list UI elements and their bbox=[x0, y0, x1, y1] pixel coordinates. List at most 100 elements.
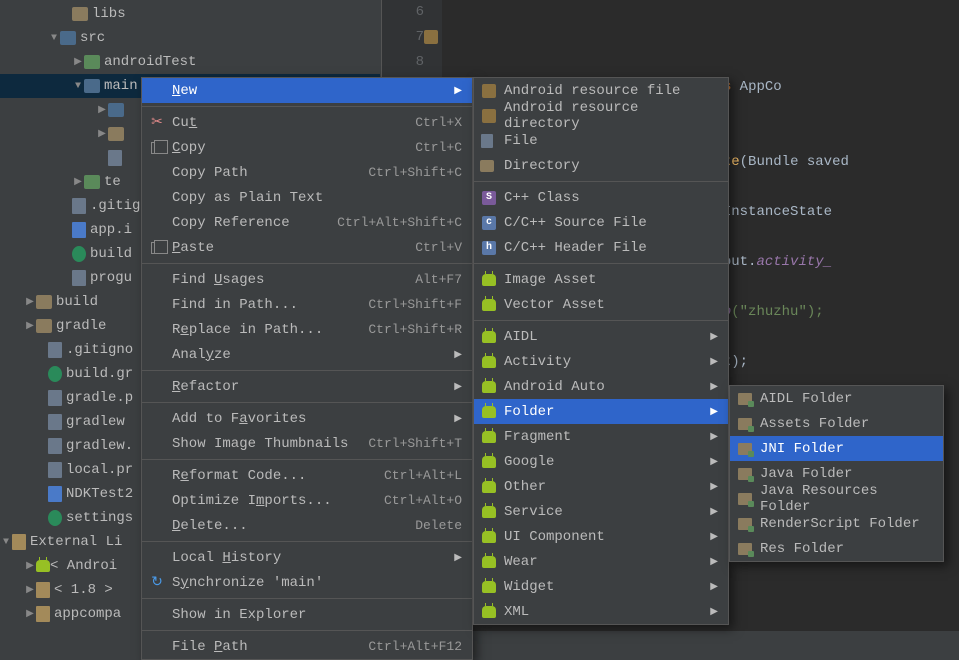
submenu-arrow-icon: ▶ bbox=[452, 381, 462, 393]
menu-item[interactable]: New▶ bbox=[142, 78, 472, 103]
menu-item[interactable]: Image Asset bbox=[474, 267, 728, 292]
tree-item[interactable]: ▼src bbox=[0, 26, 380, 50]
blank-icon bbox=[148, 215, 166, 231]
menu-label: Directory bbox=[504, 158, 718, 174]
menu-item[interactable]: Folder▶ bbox=[474, 399, 728, 424]
menu-item[interactable]: XML▶ bbox=[474, 599, 728, 624]
expand-arrow[interactable]: ▶ bbox=[24, 608, 36, 620]
menu-item[interactable]: File bbox=[474, 128, 728, 153]
expand-arrow[interactable]: ▶ bbox=[72, 56, 84, 68]
file-iml-icon bbox=[48, 486, 62, 502]
shortcut: Ctrl+Alt+Shift+C bbox=[337, 215, 462, 230]
menu-item[interactable]: Service▶ bbox=[474, 499, 728, 524]
menu-item[interactable]: Find in Path...Ctrl+Shift+F bbox=[142, 292, 472, 317]
menu-item[interactable]: Analyze▶ bbox=[142, 342, 472, 367]
line-no: 7 bbox=[382, 25, 424, 50]
cpp-icon: c bbox=[480, 215, 498, 231]
menu-item[interactable]: RenderScript Folder bbox=[730, 511, 943, 536]
menu-item[interactable]: Fragment▶ bbox=[474, 424, 728, 449]
override-icon[interactable] bbox=[424, 30, 438, 44]
menu-item[interactable]: Vector Asset bbox=[474, 292, 728, 317]
line-no: 8 bbox=[382, 50, 424, 75]
android-icon bbox=[480, 479, 498, 495]
menu-item[interactable]: Find UsagesAlt+F7 bbox=[142, 267, 472, 292]
file-icon bbox=[48, 390, 62, 406]
expand-arrow[interactable]: ▶ bbox=[96, 128, 108, 140]
lib-icon bbox=[36, 582, 50, 598]
blank-icon bbox=[148, 493, 166, 509]
menu-item[interactable]: Wear▶ bbox=[474, 549, 728, 574]
blank-icon bbox=[148, 411, 166, 427]
menu-item[interactable]: Activity▶ bbox=[474, 349, 728, 374]
menu-item[interactable]: Copy as Plain Text bbox=[142, 185, 472, 210]
menu-label: Refactor bbox=[172, 379, 452, 395]
menu-item[interactable]: Add to Favorites▶ bbox=[142, 406, 472, 431]
shortcut: Delete bbox=[415, 518, 462, 533]
expand-arrow[interactable]: ▶ bbox=[96, 104, 108, 116]
menu-item[interactable]: cC/C++ Source File bbox=[474, 210, 728, 235]
menu-label: Image Asset bbox=[504, 272, 718, 288]
tree-label: libs bbox=[92, 6, 126, 22]
android-icon bbox=[480, 529, 498, 545]
menu-item[interactable]: Delete...Delete bbox=[142, 513, 472, 538]
folder-submenu[interactable]: AIDL FolderAssets FolderJNI FolderJava F… bbox=[729, 385, 944, 562]
menu-item[interactable]: Copy PathCtrl+Shift+C bbox=[142, 160, 472, 185]
expand-arrow[interactable]: ▼ bbox=[48, 33, 60, 44]
menu-item[interactable]: Refactor▶ bbox=[142, 374, 472, 399]
menu-item[interactable]: Google▶ bbox=[474, 449, 728, 474]
menu-item[interactable]: hC/C++ Header File bbox=[474, 235, 728, 260]
menu-item[interactable]: AIDL▶ bbox=[474, 324, 728, 349]
menu-label: Widget bbox=[504, 579, 708, 595]
menu-item[interactable]: File PathCtrl+Alt+F12 bbox=[142, 634, 472, 659]
menu-label: Show in Explorer bbox=[172, 607, 462, 623]
menu-label: Replace in Path... bbox=[172, 322, 368, 338]
expand-arrow[interactable]: ▶ bbox=[24, 296, 36, 308]
file-icon bbox=[480, 133, 498, 149]
menu-item[interactable]: PasteCtrl+V bbox=[142, 235, 472, 260]
menu-item[interactable]: ↻Synchronize 'main' bbox=[142, 570, 472, 595]
menu-item[interactable]: Android Auto▶ bbox=[474, 374, 728, 399]
menu-item[interactable]: UI Component▶ bbox=[474, 524, 728, 549]
folder-icon bbox=[72, 7, 88, 21]
menu-item[interactable]: Copy ReferenceCtrl+Alt+Shift+C bbox=[142, 210, 472, 235]
menu-item[interactable]: Replace in Path...Ctrl+Shift+R bbox=[142, 317, 472, 342]
menu-item[interactable]: Show Image ThumbnailsCtrl+Shift+T bbox=[142, 431, 472, 456]
blank-icon bbox=[148, 272, 166, 288]
menu-item[interactable]: CopyCtrl+C bbox=[142, 135, 472, 160]
menu-item[interactable]: Optimize Imports...Ctrl+Alt+O bbox=[142, 488, 472, 513]
tree-item[interactable]: libs bbox=[0, 2, 380, 26]
blank-icon bbox=[148, 322, 166, 338]
expand-arrow[interactable]: ▶ bbox=[72, 176, 84, 188]
file-iml-icon bbox=[72, 222, 86, 238]
expand-arrow[interactable]: ▼ bbox=[0, 537, 12, 548]
tree-label: gradle.p bbox=[66, 390, 133, 406]
menu-item[interactable]: Assets Folder bbox=[730, 411, 943, 436]
menu-item[interactable]: Directory bbox=[474, 153, 728, 178]
context-menu[interactable]: New▶ ✂CutCtrl+XCopyCtrl+CCopy PathCtrl+Sh… bbox=[141, 77, 473, 660]
submenu-arrow-icon: ▶ bbox=[708, 431, 718, 443]
menu-item[interactable]: Res Folder bbox=[730, 536, 943, 561]
file-gradle-icon bbox=[72, 246, 86, 262]
submenu-arrow-icon: ▶ bbox=[708, 381, 718, 393]
menu-item[interactable]: Android resource directory bbox=[474, 103, 728, 128]
new-submenu[interactable]: Android resource fileAndroid resource di… bbox=[473, 77, 729, 625]
menu-item[interactable]: Widget▶ bbox=[474, 574, 728, 599]
menu-item[interactable]: SC++ Class bbox=[474, 185, 728, 210]
menu-item[interactable]: Local History▶ bbox=[142, 545, 472, 570]
expand-arrow[interactable]: ▶ bbox=[24, 320, 36, 332]
menu-item[interactable]: AIDL Folder bbox=[730, 386, 943, 411]
menu-item[interactable]: ✂CutCtrl+X bbox=[142, 110, 472, 135]
submenu-arrow-icon: ▶ bbox=[452, 552, 462, 564]
menu-item[interactable]: Other▶ bbox=[474, 474, 728, 499]
menu-item[interactable]: Java Resources Folder bbox=[730, 486, 943, 511]
expand-arrow[interactable]: ▼ bbox=[72, 81, 84, 92]
menu-item[interactable]: JNI Folder bbox=[730, 436, 943, 461]
expand-arrow[interactable]: ▶ bbox=[24, 584, 36, 596]
folder-icon bbox=[736, 491, 754, 507]
menu-item[interactable]: Reformat Code...Ctrl+Alt+L bbox=[142, 463, 472, 488]
tree-item[interactable]: ▶androidTest bbox=[0, 50, 380, 74]
menu-item[interactable]: Show in Explorer bbox=[142, 602, 472, 627]
tree-label: gradle bbox=[56, 318, 106, 334]
expand-arrow[interactable]: ▶ bbox=[24, 560, 36, 572]
paste-icon bbox=[148, 240, 166, 256]
